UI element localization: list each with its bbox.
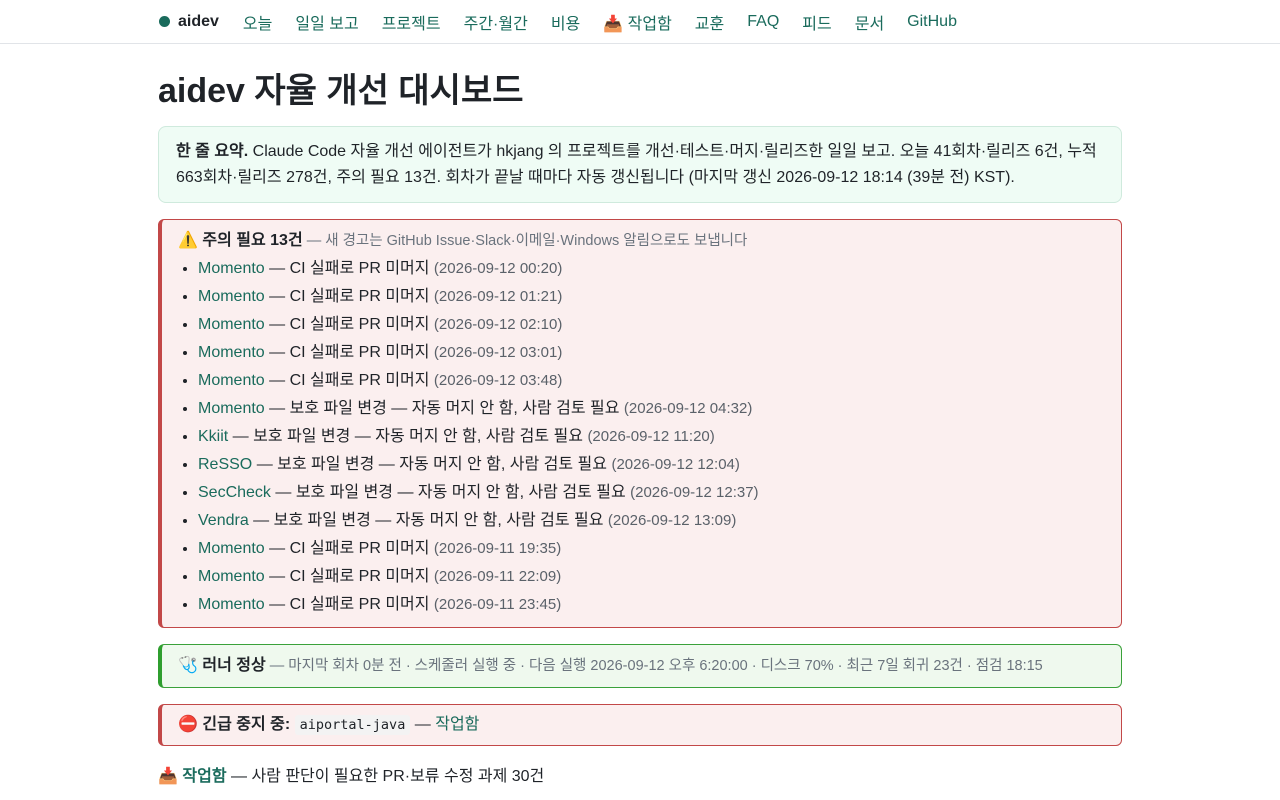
stethoscope-icon: 🩺 bbox=[178, 657, 198, 674]
inbox-text: — 사람 판단이 필요한 PR·보류 수정 과제 30건 bbox=[226, 768, 545, 785]
alert-item: Momento — CI 실패로 PR 미머지 (2026-09-12 00:2… bbox=[198, 255, 1105, 283]
alert-item: Momento — CI 실패로 PR 미머지 (2026-09-11 19:3… bbox=[198, 535, 1105, 563]
alert-message: — 보호 파일 변경 — 자동 머지 안 함, 사람 검토 필요 bbox=[264, 400, 624, 417]
alert-timestamp: (2026-09-12 13:09) bbox=[607, 512, 737, 529]
alert-timestamp: (2026-09-11 19:35) bbox=[433, 540, 562, 557]
nav-link-feed[interactable]: 피드 bbox=[802, 10, 831, 34]
brand[interactable]: aidev bbox=[159, 13, 219, 31]
alerts-note: — 새 경고는 GitHub Issue·Slack·이메일·Windows 알… bbox=[302, 233, 748, 249]
alert-item: Momento — CI 실패로 PR 미머지 (2026-09-12 03:4… bbox=[198, 367, 1105, 395]
alert-timestamp: (2026-09-11 22:09) bbox=[433, 568, 562, 585]
emergency-stop-box: ⛔ 긴급 중지 중: aiportal-java — 작업함 bbox=[158, 704, 1122, 746]
alert-message: — CI 실패로 PR 미머지 bbox=[264, 316, 434, 333]
inbox-link[interactable]: 작업함 bbox=[182, 768, 226, 785]
alert-message: — 보호 파일 변경 — 자동 머지 안 함, 사람 검토 필요 bbox=[248, 512, 608, 529]
summary-box: 한 줄 요약. Claude Code 자율 개선 에이전트가 hkjang 의… bbox=[158, 126, 1122, 203]
alert-item: Momento — CI 실패로 PR 미머지 (2026-09-11 22:0… bbox=[198, 563, 1105, 591]
alert-project-link[interactable]: Momento bbox=[198, 568, 265, 585]
alert-timestamp: (2026-09-12 11:20) bbox=[587, 428, 715, 445]
alert-message: — CI 실패로 PR 미머지 bbox=[264, 596, 434, 613]
nav-link-projects[interactable]: 프로젝트 bbox=[382, 10, 441, 34]
main-content: aidev 자율 개선 대시보드 한 줄 요약. Claude Code 자율 … bbox=[158, 45, 1122, 788]
nav-link-github[interactable]: GitHub bbox=[907, 13, 957, 31]
page-title: aidev 자율 개선 대시보드 bbox=[158, 72, 524, 110]
alert-message: — 보호 파일 변경 — 자동 머지 안 함, 사람 검토 필요 bbox=[252, 456, 612, 473]
alert-message: — CI 실패로 PR 미머지 bbox=[264, 260, 434, 277]
alert-project-link[interactable]: SecCheck bbox=[198, 484, 271, 501]
alert-project-link[interactable]: Momento bbox=[198, 400, 265, 417]
runner-detail: — 마지막 회차 0분 전 · 스케줄러 실행 중 · 다음 실행 2026-0… bbox=[265, 658, 1043, 674]
alert-timestamp: (2026-09-12 04:32) bbox=[623, 400, 753, 417]
alert-project-link[interactable]: Vendra bbox=[198, 512, 249, 529]
alert-message: — CI 실패로 PR 미머지 bbox=[264, 344, 434, 361]
stop-separator: — bbox=[410, 716, 436, 733]
summary-label: 한 줄 요약. bbox=[176, 143, 249, 160]
alert-item: Momento — CI 실패로 PR 미머지 (2026-09-12 01:2… bbox=[198, 283, 1105, 311]
nav-link-lessons[interactable]: 교훈 bbox=[695, 10, 724, 34]
alert-project-link[interactable]: ReSSO bbox=[198, 456, 252, 473]
warning-icon: ⚠️ bbox=[178, 232, 198, 249]
runner-title: 러너 정상 bbox=[202, 657, 266, 674]
alert-message: — 보호 파일 변경 — 자동 머지 안 함, 사람 검토 필요 bbox=[228, 428, 588, 445]
nav-link-cost[interactable]: 비용 bbox=[551, 10, 580, 34]
nav-link-weekly-monthly[interactable]: 주간·월간 bbox=[464, 10, 528, 34]
no-entry-icon: ⛔ bbox=[178, 716, 198, 733]
brand-name: aidev bbox=[178, 12, 219, 30]
alert-project-link[interactable]: Momento bbox=[198, 540, 265, 557]
inbox-tray-icon: 📥 bbox=[158, 768, 178, 785]
alerts-list: Momento — CI 실패로 PR 미머지 (2026-09-12 00:2… bbox=[178, 255, 1105, 619]
inbox-summary: 📥 작업함 — 사람 판단이 필요한 PR·보류 수정 과제 30건 bbox=[158, 766, 1122, 788]
alert-project-link[interactable]: Momento bbox=[198, 288, 265, 305]
alert-timestamp: (2026-09-11 23:45) bbox=[433, 596, 562, 613]
stop-inbox-link[interactable]: 작업함 bbox=[435, 716, 479, 733]
alert-item: Vendra — 보호 파일 변경 — 자동 머지 안 함, 사람 검토 필요 … bbox=[198, 507, 1105, 535]
alert-project-link[interactable]: Momento bbox=[198, 372, 265, 389]
alert-timestamp: (2026-09-12 00:20) bbox=[433, 260, 563, 277]
alert-timestamp: (2026-09-12 03:48) bbox=[433, 372, 563, 389]
alert-message: — CI 실패로 PR 미머지 bbox=[264, 540, 434, 557]
nav-link-daily-report[interactable]: 일일 보고 bbox=[295, 10, 358, 34]
alert-message: — 보호 파일 변경 — 자동 머지 안 함, 사람 검토 필요 bbox=[270, 484, 631, 501]
brand-dot-icon bbox=[159, 16, 170, 27]
emergency-stop-label: 긴급 중지 중: bbox=[202, 716, 291, 733]
inbox-link-label: 작업함 bbox=[182, 768, 227, 785]
alert-item: Kkiit — 보호 파일 변경 — 자동 머지 안 함, 사람 검토 필요 (… bbox=[198, 423, 1105, 451]
alert-timestamp: (2026-09-12 12:04) bbox=[611, 456, 740, 473]
alert-message: — CI 실패로 PR 미머지 bbox=[264, 372, 434, 389]
nav-link-today[interactable]: 오늘 bbox=[243, 10, 272, 34]
alert-timestamp: (2026-09-12 01:21) bbox=[433, 288, 563, 305]
alert-timestamp: (2026-09-12 03:01) bbox=[433, 344, 563, 361]
alert-item: ReSSO — 보호 파일 변경 — 자동 머지 안 함, 사람 검토 필요 (… bbox=[198, 451, 1105, 479]
stopped-project-code: aiportal-java bbox=[294, 715, 411, 735]
runner-status-box: 🩺 러너 정상 — 마지막 회차 0분 전 · 스케줄러 실행 중 · 다음 실… bbox=[158, 644, 1122, 688]
alert-item: Momento — CI 실패로 PR 미머지 (2026-09-12 03:0… bbox=[198, 339, 1105, 367]
alert-item: Momento — 보호 파일 변경 — 자동 머지 안 함, 사람 검토 필요… bbox=[198, 395, 1105, 423]
alert-project-link[interactable]: Kkiit bbox=[198, 428, 228, 445]
nav-link-inbox[interactable]: 📥 작업함 bbox=[603, 10, 672, 34]
attention-alerts-box: ⚠️ 주의 필요 13건 — 새 경고는 GitHub Issue·Slack·… bbox=[158, 219, 1122, 628]
nav-link-docs[interactable]: 문서 bbox=[855, 10, 884, 34]
alert-project-link[interactable]: Momento bbox=[198, 316, 265, 333]
alert-timestamp: (2026-09-12 02:10) bbox=[433, 316, 563, 333]
summary-text: Claude Code 자율 개선 에이전트가 hkjang 의 프로젝트를 개… bbox=[176, 143, 1097, 186]
alert-message: — CI 실패로 PR 미머지 bbox=[264, 568, 434, 585]
nav-link-faq[interactable]: FAQ bbox=[747, 13, 779, 31]
alert-project-link[interactable]: Momento bbox=[198, 260, 265, 277]
top-nav: aidev 오늘 일일 보고 프로젝트 주간·월간 비용 📥 작업함 교훈 FA… bbox=[0, 0, 1280, 44]
alerts-title: 주의 필요 13건 bbox=[202, 232, 303, 249]
alerts-header: ⚠️ 주의 필요 13건 — 새 경고는 GitHub Issue·Slack·… bbox=[178, 230, 1105, 252]
alert-item: Momento — CI 실패로 PR 미머지 (2026-09-12 02:1… bbox=[198, 311, 1105, 339]
alert-item: SecCheck — 보호 파일 변경 — 자동 머지 안 함, 사람 검토 필… bbox=[198, 479, 1105, 507]
alert-item: Momento — CI 실패로 PR 미머지 (2026-09-11 23:4… bbox=[198, 591, 1105, 619]
alert-project-link[interactable]: Momento bbox=[198, 344, 265, 361]
alert-timestamp: (2026-09-12 12:37) bbox=[630, 484, 759, 501]
alert-message: — CI 실패로 PR 미머지 bbox=[264, 288, 434, 305]
alert-project-link[interactable]: Momento bbox=[198, 596, 265, 613]
